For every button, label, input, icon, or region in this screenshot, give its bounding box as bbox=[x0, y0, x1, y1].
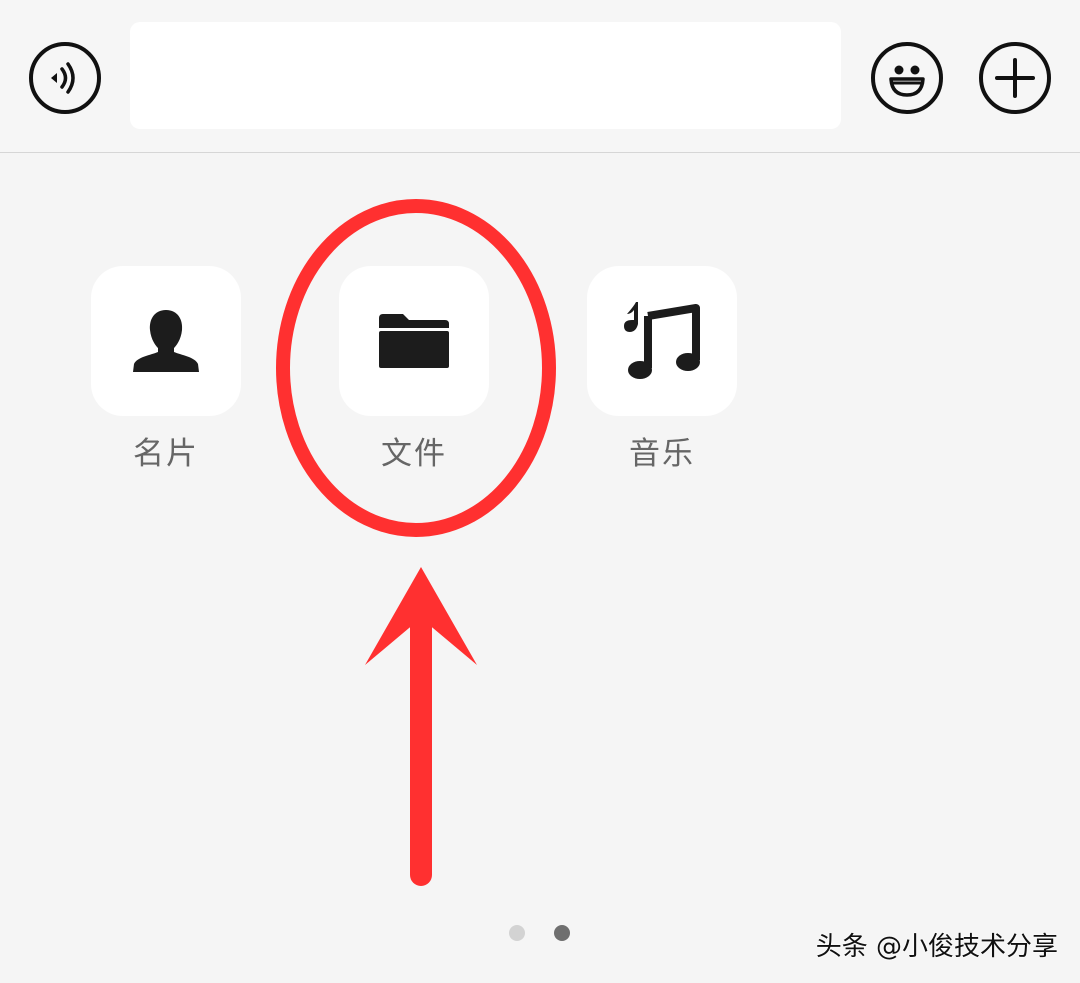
chat-more-panel-screen: 名片 文件 音乐 头条 @小俊技术分享 bbox=[0, 0, 1080, 983]
smiley-face-icon bbox=[889, 65, 925, 97]
music-note-icon bbox=[624, 302, 700, 379]
business-card-label: 名片 bbox=[133, 436, 199, 472]
chat-input-bar bbox=[0, 0, 1080, 153]
voice-wave-icon bbox=[51, 62, 75, 94]
folder-icon bbox=[379, 314, 449, 368]
page-indicator-dot-2[interactable] bbox=[554, 925, 570, 941]
voice-input-button[interactable] bbox=[29, 42, 101, 114]
file-label: 文件 bbox=[381, 436, 447, 472]
person-icon bbox=[133, 310, 199, 372]
file-tile[interactable] bbox=[339, 266, 489, 416]
more-functions-button[interactable] bbox=[979, 42, 1051, 114]
music-label: 音乐 bbox=[629, 436, 695, 472]
pointer-arrow-head bbox=[365, 567, 477, 665]
page-indicator-dot-1[interactable] bbox=[509, 925, 525, 941]
music-tile[interactable] bbox=[587, 266, 737, 416]
watermark-text: 头条 @小俊技术分享 bbox=[815, 932, 1058, 962]
business-card-tile[interactable] bbox=[91, 266, 241, 416]
message-text-input[interactable] bbox=[130, 22, 841, 129]
emoji-button[interactable] bbox=[871, 42, 943, 114]
plus-icon bbox=[995, 58, 1035, 98]
